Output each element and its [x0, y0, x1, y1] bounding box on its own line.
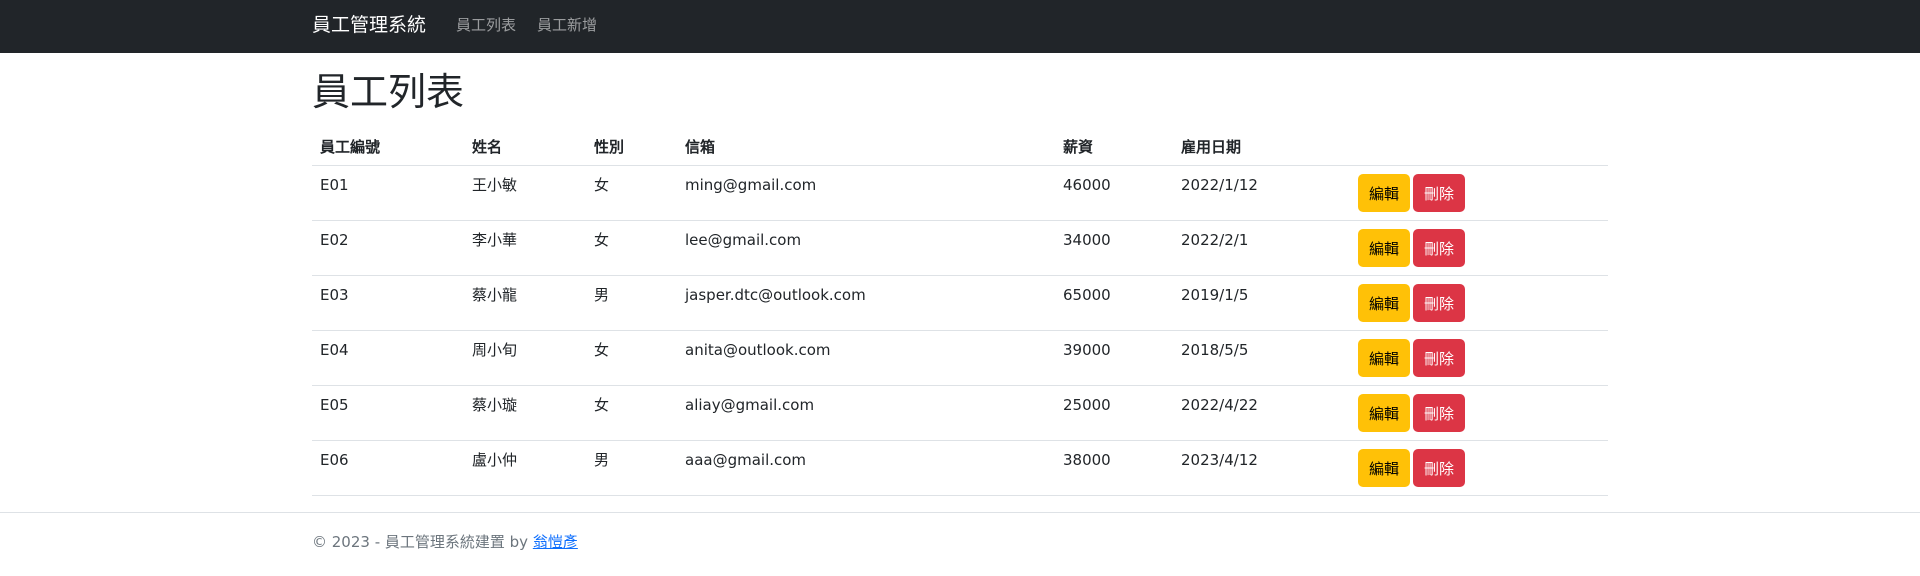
delete-button[interactable]: 刪除: [1413, 338, 1466, 377]
cell-actions: 編輯 刪除: [1350, 275, 1608, 331]
cell-salary: 38000: [1055, 440, 1173, 496]
cell-employee-id: E06: [312, 440, 464, 496]
cell-email: aaa@gmail.com: [677, 440, 1055, 496]
table-row: E03 蔡小龍 男 jasper.dtc@outlook.com 65000 2…: [312, 275, 1608, 331]
cell-salary: 39000: [1055, 330, 1173, 386]
cell-name: 蔡小龍: [464, 275, 586, 331]
cell-hire-date: 2022/1/12: [1173, 165, 1350, 221]
cell-salary: 65000: [1055, 275, 1173, 331]
table-row: E06 盧小仲 男 aaa@gmail.com 38000 2023/4/12 …: [312, 440, 1608, 496]
cell-gender: 男: [586, 275, 677, 331]
header-gender: 性別: [586, 128, 677, 166]
cell-actions: 編輯 刪除: [1350, 165, 1608, 221]
cell-hire-date: 2022/4/22: [1173, 385, 1350, 441]
top-navbar: 員工管理系統 員工列表 員工新增: [0, 0, 1920, 53]
header-name: 姓名: [464, 128, 586, 166]
table-row: E05 蔡小璇 女 aliay@gmail.com 25000 2022/4/2…: [312, 385, 1608, 441]
header-hire-date: 雇用日期: [1173, 128, 1350, 166]
cell-hire-date: 2019/1/5: [1173, 275, 1350, 331]
cell-actions: 編輯 刪除: [1350, 330, 1608, 386]
footer-text: © 2023 - 員工管理系統建置 by 翁愷彥: [312, 531, 578, 553]
cell-email: ming@gmail.com: [677, 165, 1055, 221]
cell-hire-date: 2018/5/5: [1173, 330, 1350, 386]
cell-actions: 編輯 刪除: [1350, 220, 1608, 276]
cell-gender: 女: [586, 330, 677, 386]
page-title: 員工列表: [312, 70, 465, 114]
cell-employee-id: E05: [312, 385, 464, 441]
cell-actions: 編輯 刪除: [1350, 385, 1608, 441]
cell-employee-id: E03: [312, 275, 464, 331]
edit-button[interactable]: 編輯: [1358, 338, 1411, 377]
edit-button[interactable]: 編輯: [1358, 448, 1411, 487]
footer-copyright: © 2023 - 員工管理系統建置 by: [312, 533, 533, 551]
header-email: 信箱: [677, 128, 1055, 166]
edit-button[interactable]: 編輯: [1358, 393, 1411, 432]
table-row: E02 李小華 女 lee@gmail.com 34000 2022/2/1 編…: [312, 220, 1608, 276]
cell-email: aliay@gmail.com: [677, 385, 1055, 441]
cell-salary: 25000: [1055, 385, 1173, 441]
employee-table: 員工編號 姓名 性別 信箱 薪資 雇用日期 E01 王小敏 女 ming@gma…: [312, 128, 1608, 496]
table-row: E01 王小敏 女 ming@gmail.com 46000 2022/1/12…: [312, 165, 1608, 221]
header-employee-id: 員工編號: [312, 128, 464, 166]
cell-hire-date: 2022/2/1: [1173, 220, 1350, 276]
navbar-brand[interactable]: 員工管理系統: [312, 12, 426, 38]
delete-button[interactable]: 刪除: [1413, 228, 1466, 267]
cell-email: anita@outlook.com: [677, 330, 1055, 386]
header-actions: [1350, 128, 1608, 166]
cell-name: 李小華: [464, 220, 586, 276]
cell-employee-id: E04: [312, 330, 464, 386]
cell-email: lee@gmail.com: [677, 220, 1055, 276]
cell-employee-id: E02: [312, 220, 464, 276]
delete-button[interactable]: 刪除: [1413, 283, 1466, 322]
cell-hire-date: 2023/4/12: [1173, 440, 1350, 496]
cell-gender: 女: [586, 385, 677, 441]
cell-salary: 46000: [1055, 165, 1173, 221]
cell-email: jasper.dtc@outlook.com: [677, 275, 1055, 331]
edit-button[interactable]: 編輯: [1358, 283, 1411, 322]
table-row: E04 周小旬 女 anita@outlook.com 39000 2018/5…: [312, 330, 1608, 386]
cell-gender: 女: [586, 165, 677, 221]
edit-button[interactable]: 編輯: [1358, 228, 1411, 267]
delete-button[interactable]: 刪除: [1413, 173, 1466, 212]
cell-name: 王小敏: [464, 165, 586, 221]
delete-button[interactable]: 刪除: [1413, 448, 1466, 487]
edit-button[interactable]: 編輯: [1358, 173, 1411, 212]
nav-link-employee-add[interactable]: 員工新增: [537, 15, 597, 35]
cell-salary: 34000: [1055, 220, 1173, 276]
footer-author-link[interactable]: 翁愷彥: [533, 533, 578, 551]
cell-name: 蔡小璇: [464, 385, 586, 441]
delete-button[interactable]: 刪除: [1413, 393, 1466, 432]
header-salary: 薪資: [1055, 128, 1173, 166]
cell-name: 盧小仲: [464, 440, 586, 496]
cell-name: 周小旬: [464, 330, 586, 386]
cell-gender: 女: [586, 220, 677, 276]
cell-gender: 男: [586, 440, 677, 496]
page-footer: © 2023 - 員工管理系統建置 by 翁愷彥: [0, 512, 1920, 576]
nav-link-employee-list[interactable]: 員工列表: [456, 15, 516, 35]
table-header-row: 員工編號 姓名 性別 信箱 薪資 雇用日期: [312, 128, 1608, 166]
cell-actions: 編輯 刪除: [1350, 440, 1608, 496]
cell-employee-id: E01: [312, 165, 464, 221]
